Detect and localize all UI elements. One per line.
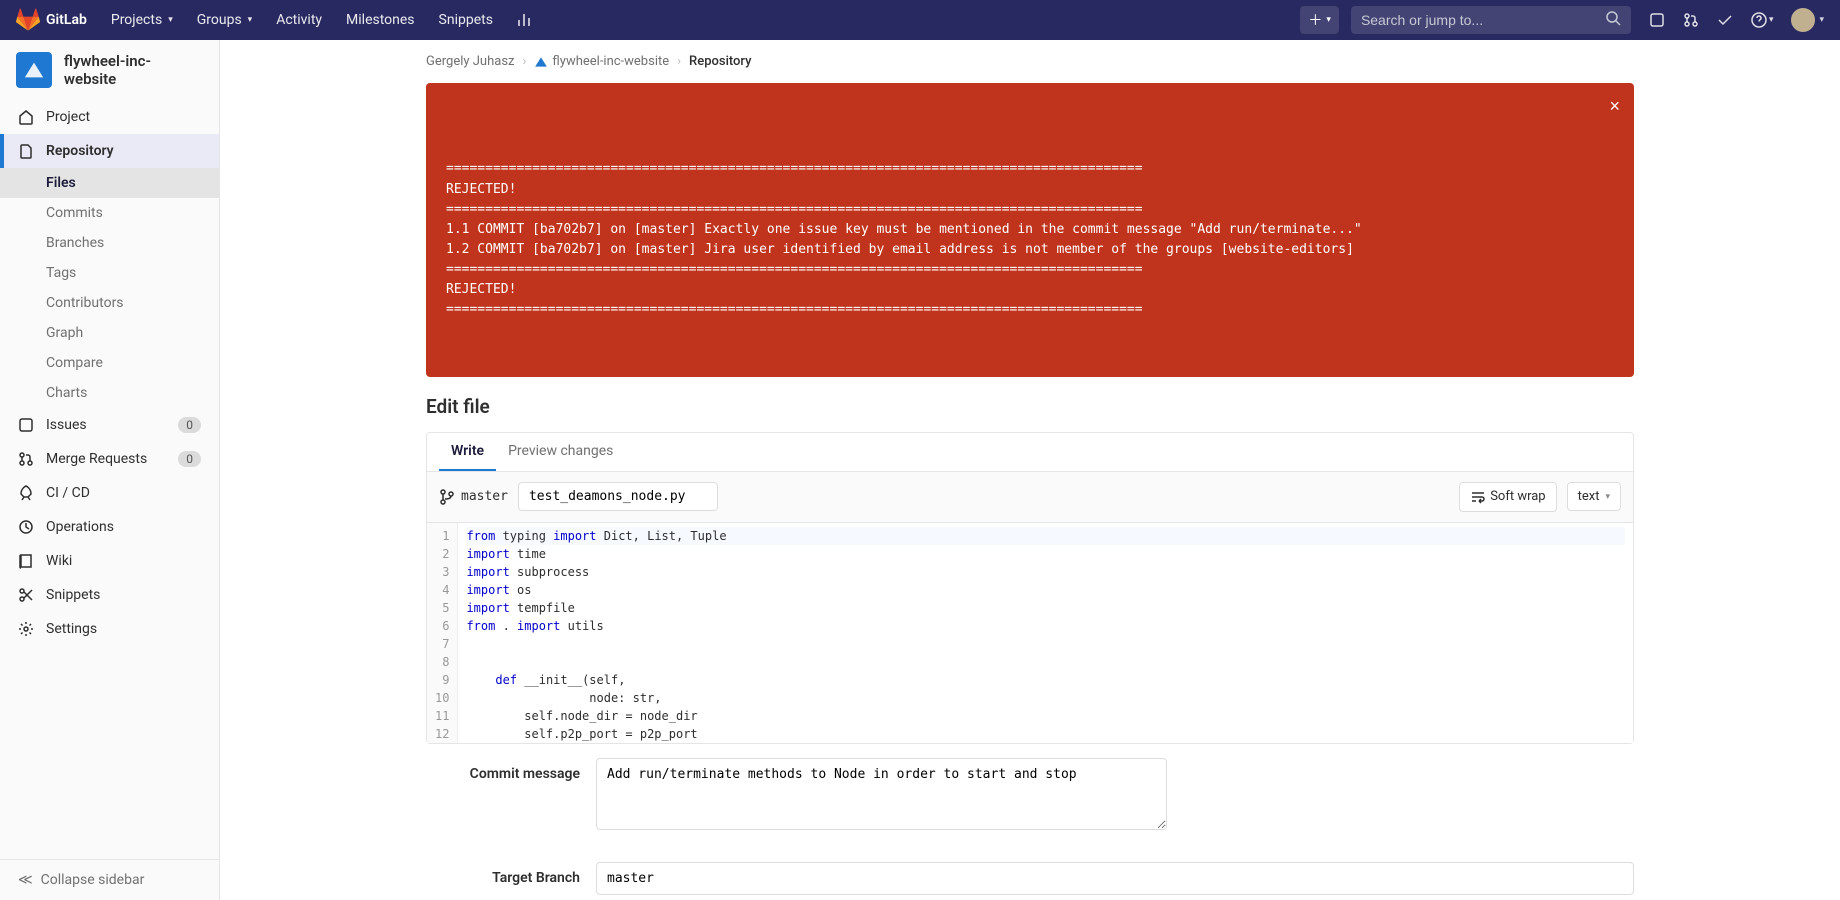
code-body[interactable]: from typing import Dict, List, Tupleimpo… [458, 523, 1633, 743]
chevron-right-icon: › [523, 54, 527, 69]
code-editor[interactable]: 12345678910111213141516 from typing impo… [427, 523, 1633, 743]
scissors-icon [18, 587, 34, 603]
collapse-sidebar[interactable]: ≪Collapse sidebar [0, 859, 219, 900]
breadcrumb-user[interactable]: Gergely Juhasz [426, 54, 515, 69]
wrap-icon [1470, 489, 1486, 505]
main-content: Gergely Juhasz › flywheel-inc-website › … [220, 40, 1840, 900]
close-icon[interactable]: × [1609, 93, 1620, 121]
doc-icon [18, 143, 34, 159]
sidebar-item-repository[interactable]: Repository [0, 134, 219, 168]
global-search[interactable] [1351, 6, 1631, 34]
mr-count-badge: 0 [178, 451, 201, 467]
tanuki-icon [16, 8, 40, 32]
sidebar-sub-compare[interactable]: Compare [46, 348, 219, 378]
issues-icon [18, 417, 34, 433]
todos-icon[interactable] [1717, 12, 1733, 28]
issues-count-badge: 0 [178, 417, 201, 433]
rocket-icon [18, 485, 34, 501]
issues-icon[interactable] [1649, 12, 1665, 28]
chevron-down-icon: ▾ [168, 15, 173, 25]
search-input[interactable] [1361, 12, 1605, 28]
editor-toolbar: master Soft wrap text▾ [427, 472, 1633, 523]
nav-analytics-icon[interactable] [505, 12, 545, 28]
editor-tabs: Write Preview changes [427, 433, 1633, 472]
book-icon [18, 553, 34, 569]
commit-message-label: Commit message [426, 758, 596, 782]
chevron-left-icon: ≪ [18, 872, 33, 888]
branch-indicator: master [439, 489, 508, 505]
project-avatar [16, 52, 52, 88]
sidebar-sub-tags[interactable]: Tags [46, 258, 219, 288]
project-icon [534, 55, 548, 69]
commit-message-row: Commit message [426, 744, 1634, 848]
chevron-down-icon: ▾ [1819, 15, 1824, 25]
target-branch-input[interactable] [596, 862, 1634, 895]
gear-icon [18, 621, 34, 637]
file-editor: Write Preview changes master Soft wrap t… [426, 432, 1634, 744]
sidebar-item-cicd[interactable]: CI / CD [0, 476, 219, 510]
sidebar-item-operations[interactable]: Operations [0, 510, 219, 544]
plus-icon: ＋ [1308, 10, 1322, 30]
help-icon[interactable]: ▾ [1751, 12, 1774, 28]
sidebar-repo-submenu: Files Commits Branches Tags Contributors… [0, 168, 219, 408]
rejection-alert: × ======================================… [426, 83, 1634, 377]
sidebar-item-project[interactable]: Project [0, 100, 219, 134]
sidebar-project-header[interactable]: flywheel-inc-website [0, 40, 219, 100]
user-avatar[interactable] [1791, 8, 1815, 32]
sidebar-sub-graph[interactable]: Graph [46, 318, 219, 348]
nav-snippets[interactable]: Snippets [427, 12, 505, 28]
softwrap-toggle[interactable]: Soft wrap [1459, 482, 1556, 512]
page-title: Edit file [426, 395, 1634, 418]
sidebar-item-merge-requests[interactable]: Merge Requests0 [0, 442, 219, 476]
sidebar-sub-contributors[interactable]: Contributors [46, 288, 219, 318]
breadcrumb-project[interactable]: flywheel-inc-website [534, 54, 669, 69]
search-icon [1605, 10, 1621, 30]
tab-preview[interactable]: Preview changes [496, 433, 625, 471]
tab-write[interactable]: Write [439, 433, 496, 471]
sidebar-sub-charts[interactable]: Charts [46, 378, 219, 408]
top-nav: GitLab Projects▾ Groups▾ Activity Milest… [0, 0, 1840, 40]
nav-groups[interactable]: Groups▾ [185, 12, 264, 28]
project-name: flywheel-inc-website [64, 52, 203, 88]
sidebar-sub-branches[interactable]: Branches [46, 228, 219, 258]
chevron-down-icon: ▾ [1326, 15, 1331, 25]
sidebar-item-wiki[interactable]: Wiki [0, 544, 219, 578]
sidebar-item-snippets[interactable]: Snippets [0, 578, 219, 612]
branch-icon [439, 489, 455, 505]
operations-icon [18, 519, 34, 535]
alert-body: ========================================… [446, 159, 1614, 320]
merge-request-icon[interactable] [1683, 12, 1699, 28]
sidebar-item-issues[interactable]: Issues0 [0, 408, 219, 442]
chevron-right-icon: › [677, 54, 681, 69]
line-gutter: 12345678910111213141516 [427, 523, 458, 743]
nav-milestones[interactable]: Milestones [334, 12, 427, 28]
sidebar: flywheel-inc-website Project Repository … [0, 40, 220, 900]
nav-projects[interactable]: Projects▾ [99, 12, 185, 28]
breadcrumb-repository[interactable]: Repository [689, 54, 751, 69]
chevron-down-icon: ▾ [1605, 492, 1610, 502]
merge-request-icon [18, 451, 34, 467]
brand-name: GitLab [46, 12, 87, 28]
language-select[interactable]: text▾ [1567, 482, 1621, 511]
sidebar-item-settings[interactable]: Settings [0, 612, 219, 646]
new-button[interactable]: ＋▾ [1300, 6, 1339, 34]
sidebar-sub-commits[interactable]: Commits [46, 198, 219, 228]
home-icon [18, 109, 34, 125]
chevron-down-icon: ▾ [248, 15, 253, 25]
filename-input[interactable] [518, 482, 718, 511]
target-branch-label: Target Branch [426, 862, 596, 886]
breadcrumb: Gergely Juhasz › flywheel-inc-website › … [426, 40, 1634, 83]
gitlab-logo[interactable]: GitLab [16, 8, 87, 32]
nav-activity[interactable]: Activity [264, 12, 334, 28]
sidebar-sub-files[interactable]: Files [0, 168, 219, 198]
target-branch-row: Target Branch [426, 848, 1634, 900]
commit-message-input[interactable] [596, 758, 1167, 830]
